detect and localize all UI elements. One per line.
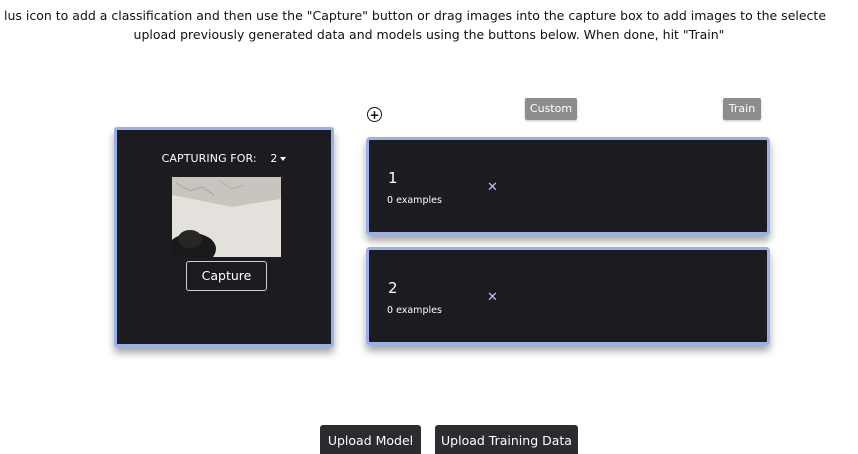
page: lus icon to add a classification and the… xyxy=(0,0,858,454)
capturing-for-row: CAPTURING FOR: 2 xyxy=(117,152,331,165)
class-card[interactable]: 1 0 examples ✕ xyxy=(366,137,770,235)
instructions-line-1: lus icon to add a classification and the… xyxy=(4,8,827,23)
add-class-button[interactable]: + xyxy=(367,107,382,122)
train-button[interactable]: Train xyxy=(723,98,761,120)
capture-button[interactable]: Capture xyxy=(186,261,267,291)
webcam-image xyxy=(172,177,281,257)
instructions: lus icon to add a classification and the… xyxy=(0,6,858,44)
close-icon[interactable]: ✕ xyxy=(487,180,498,195)
chevron-down-icon xyxy=(280,157,287,161)
class-name: 2 xyxy=(388,279,398,297)
custom-button[interactable]: Custom xyxy=(525,98,577,120)
webcam-preview xyxy=(172,177,281,257)
class-example-count: 0 examples xyxy=(387,195,442,206)
close-icon[interactable]: ✕ xyxy=(487,290,498,305)
class-name: 1 xyxy=(388,169,398,187)
class-select-dropdown[interactable]: 2 xyxy=(270,152,287,165)
upload-model-button[interactable]: Upload Model xyxy=(320,425,421,454)
class-example-count: 0 examples xyxy=(387,305,442,316)
plus-circle-icon: + xyxy=(369,107,380,122)
selected-class-value: 2 xyxy=(270,152,278,165)
capture-panel[interactable]: CAPTURING FOR: 2 Capture xyxy=(114,127,334,347)
capturing-for-label: CAPTURING FOR: xyxy=(161,152,257,165)
upload-training-data-button[interactable]: Upload Training Data xyxy=(435,425,578,454)
instructions-line-2: upload previously generated data and mod… xyxy=(133,27,725,42)
class-card[interactable]: 2 0 examples ✕ xyxy=(366,247,770,345)
